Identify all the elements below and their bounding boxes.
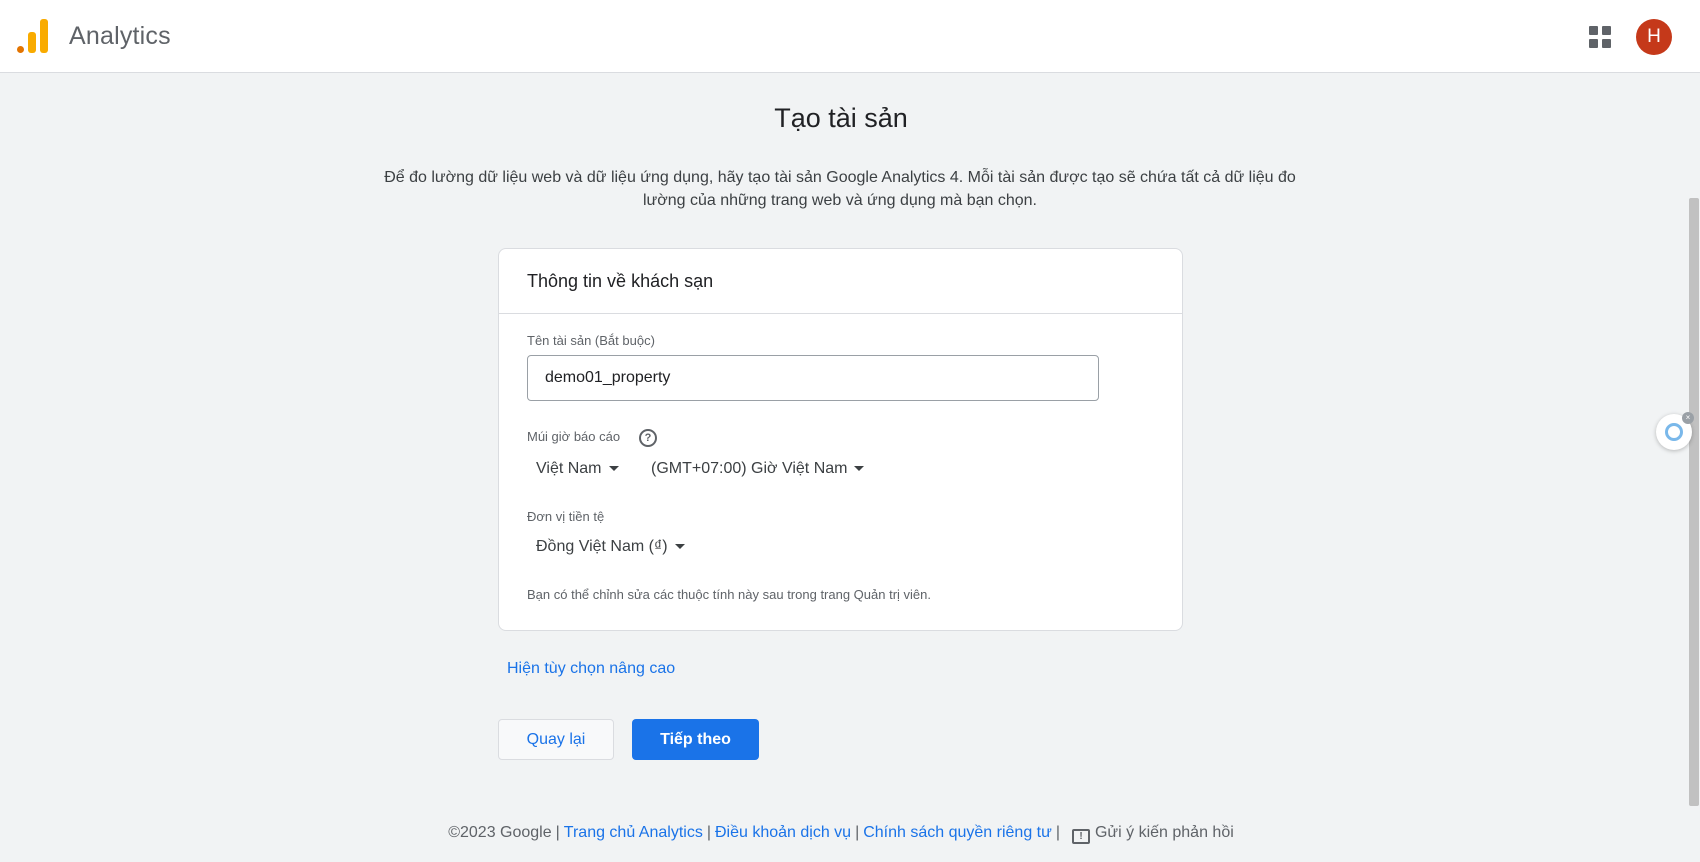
country-value: Việt Nam	[536, 460, 602, 477]
timezone-label: Múi giờ báo cáo	[527, 429, 621, 444]
property-details-card: Thông tin về khách sạn Tên tài sản (Bắt …	[498, 248, 1183, 631]
assistant-icon	[1665, 423, 1683, 441]
chevron-down-icon	[854, 466, 865, 472]
top-bar: Analytics H	[0, 0, 1700, 73]
floating-assistant-button[interactable]: ×	[1656, 412, 1694, 450]
page-title: Tạo tài sản	[774, 103, 908, 133]
timezone-value: (GMT+07:00) Giờ Việt Nam	[651, 460, 848, 477]
feedback-button[interactable]: ! Gửi ý kiến phản hồi	[1064, 824, 1234, 844]
footer-link-terms[interactable]: Điều khoản dịch vụ	[715, 824, 851, 841]
feedback-icon: !	[1071, 829, 1090, 844]
currency-dropdown[interactable]: Đồng Việt Nam (₫)	[536, 538, 685, 556]
app-title[interactable]: Analytics	[69, 22, 171, 51]
advanced-options-link[interactable]: Hiện tùy chọn nâng cao	[507, 660, 675, 678]
footer: ©2023 Google | Trang chủ Analytics | Điều kh…	[448, 824, 1234, 844]
next-button[interactable]: Tiếp theo	[632, 719, 759, 760]
feedback-label: Gửi ý kiến phản hồi	[1094, 824, 1234, 841]
close-icon[interactable]: ×	[1682, 412, 1694, 424]
currency-value: Đồng Việt Nam (₫)	[536, 538, 668, 555]
footer-link-analytics-home[interactable]: Trang chủ Analytics	[564, 824, 703, 841]
avatar[interactable]: H	[1636, 19, 1672, 55]
analytics-logo-icon[interactable]	[16, 19, 48, 53]
back-button[interactable]: Quay lại	[498, 719, 614, 760]
page-intro: Để đo lường dữ liệu web và dữ liệu ứng d…	[384, 169, 1296, 209]
chevron-down-icon	[674, 544, 685, 550]
property-name-input[interactable]: demo01_property	[527, 355, 1099, 401]
timezone-dropdown[interactable]: (GMT+07:00) Giờ Việt Nam	[651, 460, 865, 478]
scrollbar-thumb[interactable]	[1689, 198, 1699, 806]
currency-label: Đơn vị tiền tệ	[527, 509, 605, 524]
footer-link-privacy[interactable]: Chính sách quyền riêng tư	[863, 824, 1052, 841]
property-name-label: Tên tài sản (Bắt buộc)	[527, 333, 655, 348]
chevron-down-icon	[608, 466, 619, 472]
apps-grid-icon[interactable]	[1589, 26, 1611, 48]
country-dropdown[interactable]: Việt Nam	[536, 460, 619, 478]
card-title: Thông tin về khách sạn	[527, 271, 714, 291]
card-note: Bạn có thể chỉnh sửa các thuộc tính này …	[527, 587, 931, 602]
footer-copyright: ©2023 Google	[448, 824, 552, 841]
card-header: Thông tin về khách sạn	[499, 249, 1182, 314]
help-icon[interactable]: ?	[639, 429, 657, 447]
